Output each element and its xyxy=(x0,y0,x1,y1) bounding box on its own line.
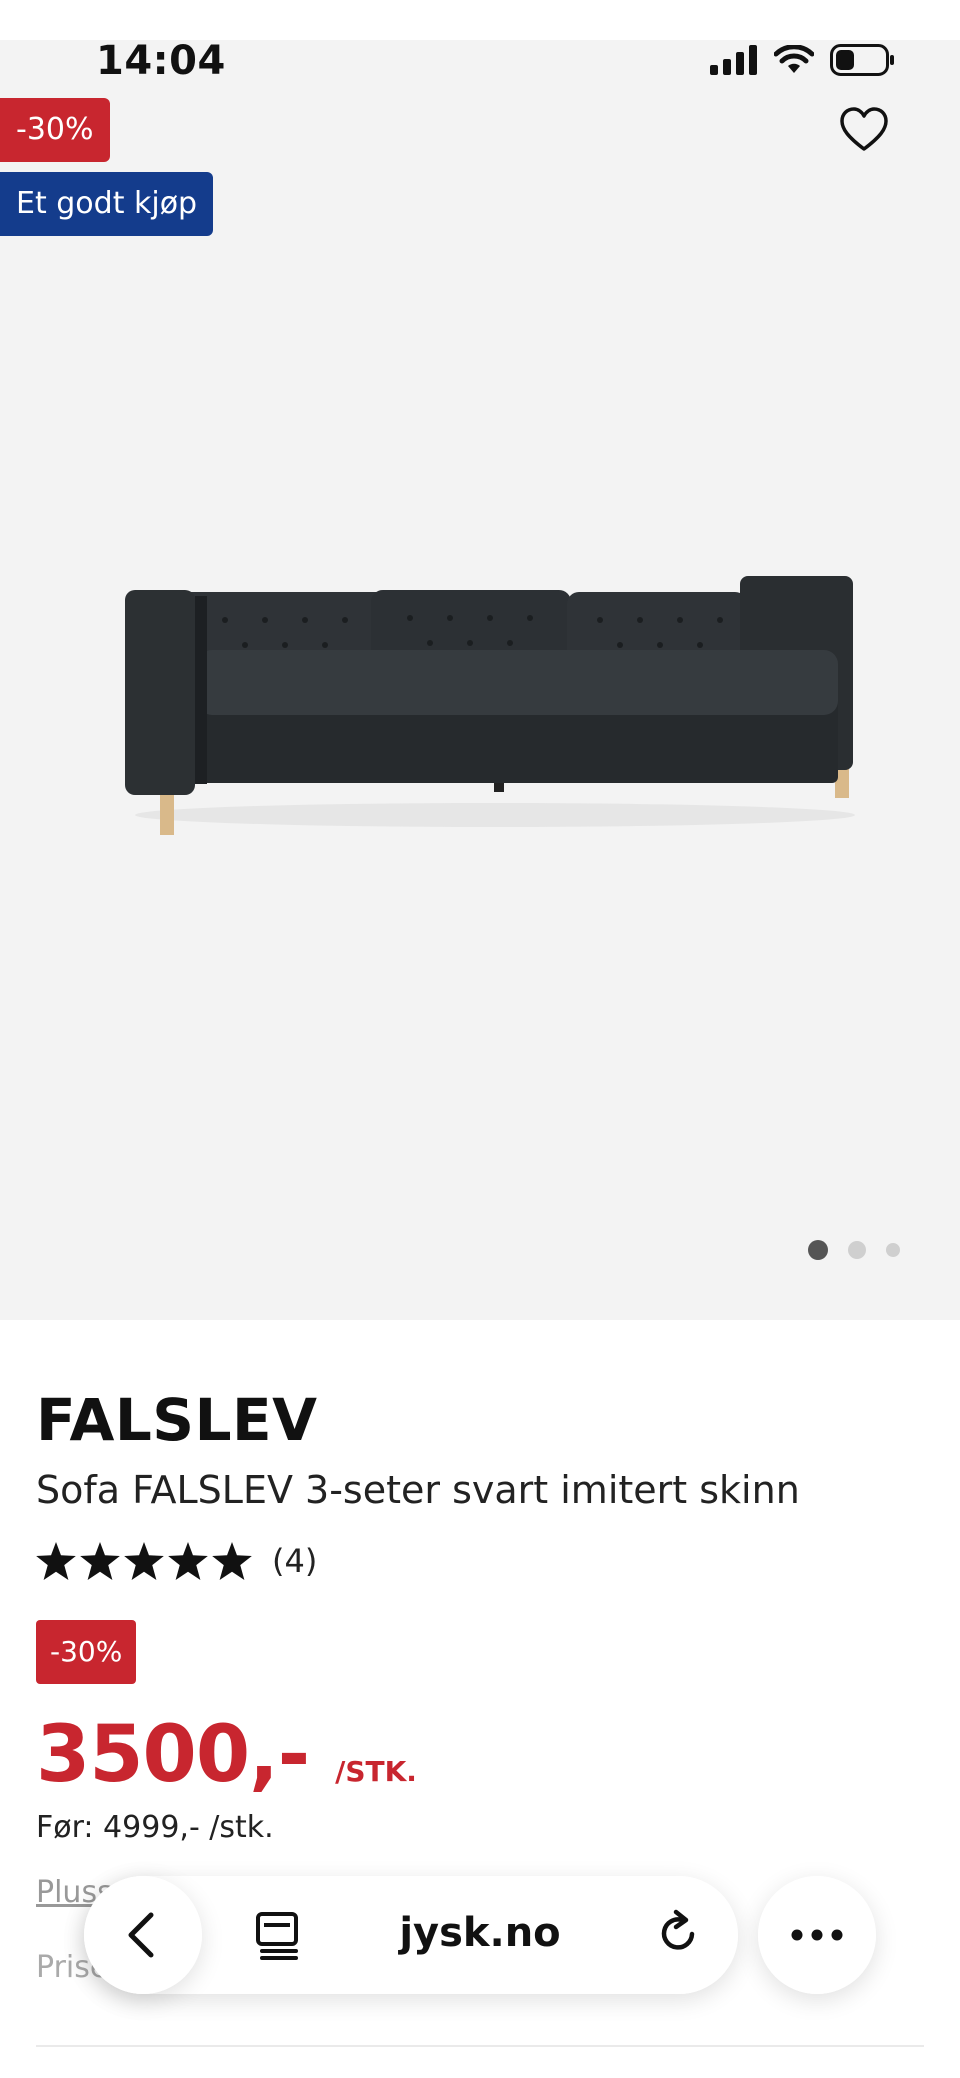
rating-count[interactable]: (4) xyxy=(272,1542,317,1580)
product-subtitle: Sofa FALSLEV 3-seter svart imitert skinn xyxy=(36,1468,800,1512)
discount-badge: -30% xyxy=(0,98,110,162)
reload-icon[interactable] xyxy=(652,1908,706,1962)
rating[interactable]: (4) xyxy=(36,1542,926,1580)
sofa-image[interactable] xyxy=(120,510,870,840)
price: 3500,- xyxy=(36,1710,310,1800)
carousel-dot[interactable] xyxy=(886,1243,900,1257)
status-time: 14:04 xyxy=(96,38,226,84)
carousel-dots[interactable] xyxy=(808,1240,900,1260)
star-icon xyxy=(36,1542,76,1580)
tabs-icon[interactable] xyxy=(252,1908,306,1962)
more-button[interactable] xyxy=(758,1876,876,1994)
heart-icon[interactable] xyxy=(838,104,890,156)
divider xyxy=(36,2045,924,2047)
star-icon xyxy=(212,1542,252,1580)
carousel-dot[interactable] xyxy=(848,1241,866,1259)
wifi-icon xyxy=(774,45,814,73)
carousel-dot-active[interactable] xyxy=(808,1240,828,1260)
url-field[interactable]: jysk.no xyxy=(360,1910,600,1956)
star-icon xyxy=(80,1542,120,1580)
star-icon xyxy=(124,1542,164,1580)
status-icons xyxy=(710,44,896,76)
top-strip xyxy=(0,0,960,40)
price-unit: /STK. xyxy=(335,1755,417,1788)
star-rating xyxy=(36,1542,252,1580)
product-title: FALSLEV xyxy=(36,1386,318,1454)
chevron-left-icon xyxy=(128,1912,154,1958)
battery-icon xyxy=(830,44,894,76)
before-price: Før: 4999,- /stk. xyxy=(36,1810,274,1845)
star-icon xyxy=(168,1542,208,1580)
price-row: 3500,- /STK. xyxy=(36,1710,926,1800)
more-icon xyxy=(791,1929,843,1941)
back-button[interactable] xyxy=(84,1876,202,1994)
signal-icon xyxy=(710,45,757,75)
deal-badge: Et godt kjøp xyxy=(0,172,214,236)
price-discount-badge: -30% xyxy=(36,1620,137,1684)
